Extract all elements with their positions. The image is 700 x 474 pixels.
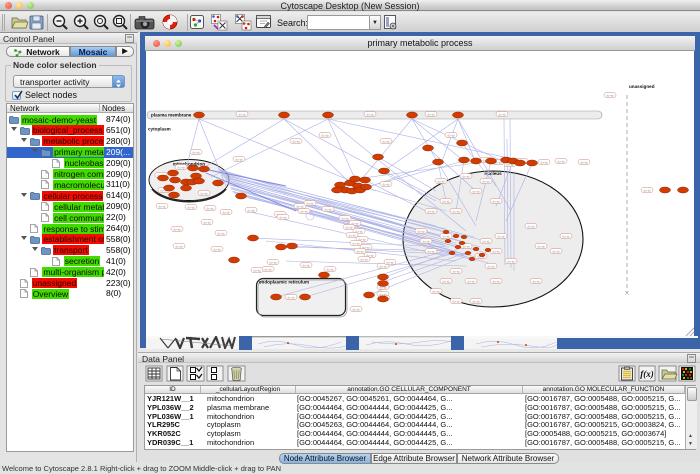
svg-text:plasma membrane: plasma membrane bbox=[151, 113, 192, 118]
svg-text:(tx-a): (tx-a) bbox=[438, 180, 445, 184]
svg-text:(tx-a): (tx-a) bbox=[558, 160, 565, 164]
svg-text:(tx-a): (tx-a) bbox=[223, 211, 230, 215]
svg-text:(tx-a): (tx-a) bbox=[483, 180, 490, 184]
svg-text:(tx-a): (tx-a) bbox=[428, 250, 435, 254]
svg-text:(tx-a): (tx-a) bbox=[468, 280, 475, 284]
svg-text:(tx-a): (tx-a) bbox=[325, 208, 332, 212]
svg-text:(tx-a): (tx-a) bbox=[448, 134, 455, 138]
svg-text:(tx-a): (tx-a) bbox=[346, 226, 353, 230]
svg-text:(tx-a): (tx-a) bbox=[383, 140, 390, 144]
svg-text:(tx-a): (tx-a) bbox=[342, 217, 349, 221]
svg-text:(tx-a): (tx-a) bbox=[541, 161, 548, 165]
svg-text:(tx-a): (tx-a) bbox=[193, 151, 200, 155]
svg-text:cytoplasm: cytoplasm bbox=[148, 127, 171, 132]
svg-text:(tx-a): (tx-a) bbox=[644, 189, 651, 193]
svg-text:(tx-a): (tx-a) bbox=[383, 183, 390, 187]
svg-text:(tx-a): (tx-a) bbox=[218, 232, 225, 236]
svg-text:(tx-a): (tx-a) bbox=[433, 290, 440, 294]
svg-text:(tx-a): (tx-a) bbox=[498, 235, 505, 239]
svg-text:(tx-a): (tx-a) bbox=[280, 216, 287, 220]
svg-text:(tx-a): (tx-a) bbox=[493, 250, 500, 254]
svg-text:(tx-a): (tx-a) bbox=[453, 210, 460, 214]
svg-text:(tx-a): (tx-a) bbox=[493, 280, 500, 284]
svg-text:(tx-a): (tx-a) bbox=[207, 207, 214, 211]
svg-text:(tx-a): (tx-a) bbox=[297, 205, 304, 209]
svg-text:(tx-a): (tx-a) bbox=[204, 221, 211, 225]
svg-text:(tx-a): (tx-a) bbox=[265, 268, 272, 272]
svg-text:(tx-a): (tx-a) bbox=[236, 158, 243, 162]
svg-text:(tx-a): (tx-a) bbox=[353, 308, 360, 312]
svg-text:(tx-a): (tx-a) bbox=[303, 264, 310, 268]
svg-text:(tx-a): (tx-a) bbox=[418, 230, 425, 234]
svg-text:(tx-a): (tx-a) bbox=[387, 261, 394, 265]
svg-text:(tx-a): (tx-a) bbox=[473, 300, 480, 304]
svg-text:(tx-a): (tx-a) bbox=[367, 113, 374, 117]
svg-text:(tx-a): (tx-a) bbox=[528, 225, 535, 229]
svg-text:(tx-a): (tx-a) bbox=[508, 260, 515, 264]
svg-text:endoplasmic reticulum: endoplasmic reticulum bbox=[259, 280, 309, 285]
svg-text:(tx-a): (tx-a) bbox=[493, 200, 500, 204]
svg-text:(tx-a): (tx-a) bbox=[293, 140, 300, 144]
svg-text:(tx-a): (tx-a) bbox=[499, 113, 506, 117]
svg-text:(tx-a): (tx-a) bbox=[488, 265, 495, 269]
svg-text:(tx-a): (tx-a) bbox=[463, 175, 470, 179]
svg-text:(tx-a): (tx-a) bbox=[533, 280, 540, 284]
svg-text:f(x): f(x) bbox=[640, 369, 654, 379]
svg-text:(tx-a): (tx-a) bbox=[239, 113, 246, 117]
svg-text:(tx-a): (tx-a) bbox=[214, 248, 221, 252]
svg-text:(tx-a): (tx-a) bbox=[349, 234, 356, 238]
svg-text:(tx-a): (tx-a) bbox=[473, 190, 480, 194]
svg-text:(tx-a): (tx-a) bbox=[563, 235, 570, 239]
svg-text:(tx-a): (tx-a) bbox=[483, 240, 490, 244]
svg-text:(tx-a): (tx-a) bbox=[301, 210, 308, 214]
svg-text:(tx-a): (tx-a) bbox=[443, 235, 450, 239]
svg-text:(tx-a): (tx-a) bbox=[270, 261, 277, 265]
svg-text:(tx-a): (tx-a) bbox=[428, 210, 435, 214]
svg-text:(tx-a): (tx-a) bbox=[463, 245, 470, 249]
svg-text:(tx-a): (tx-a) bbox=[361, 258, 368, 262]
svg-text:(tx-a): (tx-a) bbox=[453, 300, 460, 304]
svg-text:(tx-a): (tx-a) bbox=[357, 250, 364, 254]
svg-text:(tx-a): (tx-a) bbox=[174, 228, 181, 232]
svg-text:(tx-a): (tx-a) bbox=[254, 269, 261, 273]
svg-text:(tx-a): (tx-a) bbox=[178, 166, 185, 170]
svg-text:(tx-a): (tx-a) bbox=[327, 268, 334, 272]
svg-text:nucleus: nucleus bbox=[484, 171, 502, 176]
svg-text:(tx-a): (tx-a) bbox=[188, 206, 195, 210]
svg-text:(tx-a): (tx-a) bbox=[380, 265, 387, 269]
svg-text:(tx-a): (tx-a) bbox=[443, 280, 450, 284]
svg-text:(tx-a): (tx-a) bbox=[201, 192, 208, 196]
svg-text:(tx-a): (tx-a) bbox=[581, 161, 588, 165]
svg-text:(tx-a): (tx-a) bbox=[248, 209, 255, 213]
svg-text:(tx-a): (tx-a) bbox=[428, 113, 435, 117]
svg-text:(tx-a): (tx-a) bbox=[307, 202, 314, 206]
svg-text:(tx-a): (tx-a) bbox=[322, 134, 329, 138]
svg-text:(tx-a): (tx-a) bbox=[538, 245, 545, 249]
svg-text:unassigned: unassigned bbox=[629, 84, 655, 89]
svg-text:(tx-a): (tx-a) bbox=[176, 245, 183, 249]
svg-text:(tx-a): (tx-a) bbox=[159, 205, 166, 209]
svg-text:(tx-a): (tx-a) bbox=[453, 270, 460, 274]
svg-text:(tx-a): (tx-a) bbox=[553, 250, 560, 254]
svg-text:(tx-a): (tx-a) bbox=[353, 242, 360, 246]
svg-text:(tx-a): (tx-a) bbox=[423, 240, 430, 244]
svg-text:(tx-a): (tx-a) bbox=[443, 200, 450, 204]
svg-text:(tx-a): (tx-a) bbox=[288, 296, 295, 300]
svg-text:(tx-a): (tx-a) bbox=[607, 94, 614, 98]
